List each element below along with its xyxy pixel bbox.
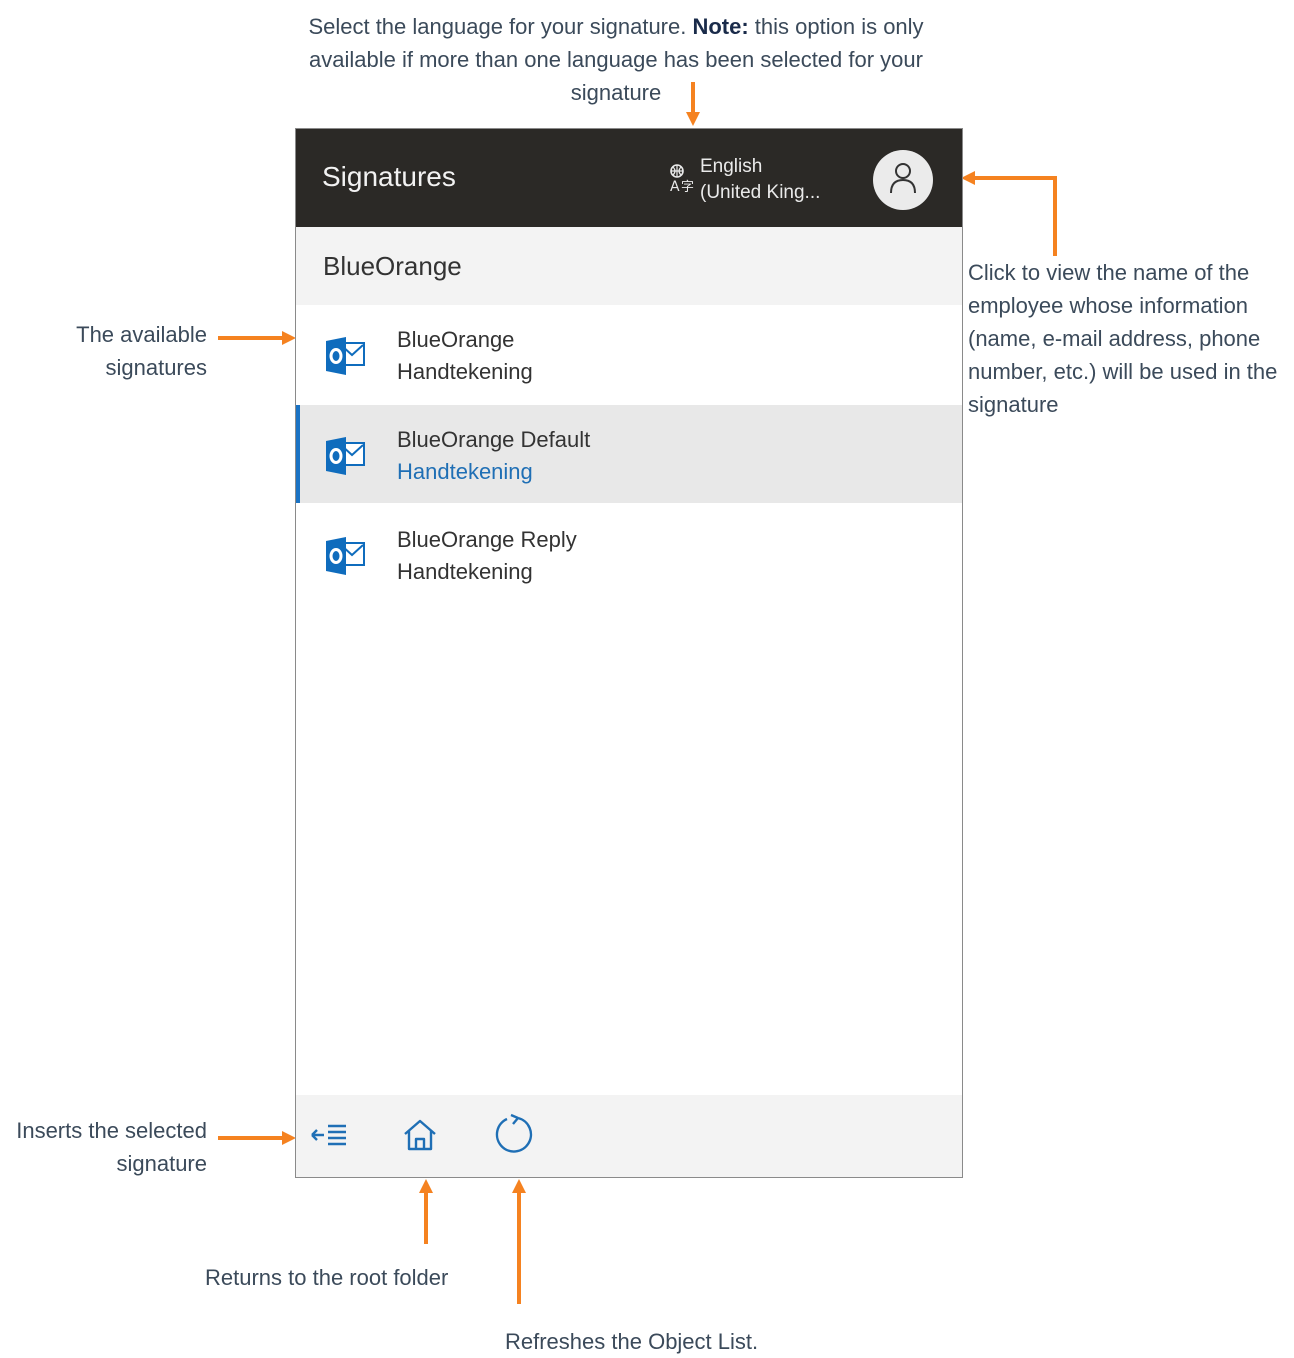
user-icon	[888, 161, 918, 200]
signature-type: Handtekening	[397, 359, 533, 384]
annotation-home: Returns to the root folder	[205, 1265, 449, 1290]
insert-icon	[310, 1121, 350, 1154]
home-icon	[401, 1116, 439, 1159]
signature-item[interactable]: BlueOrange Reply Handtekening	[296, 505, 962, 603]
signature-name: BlueOrange Default	[397, 427, 591, 452]
refresh-icon	[492, 1113, 536, 1162]
signature-type: Handtekening	[397, 459, 533, 484]
outlook-icon	[324, 535, 366, 582]
annotation-refresh: Refreshes the Object List.	[505, 1329, 759, 1354]
svg-text:A: A	[670, 179, 680, 193]
language-region: (United King...	[700, 182, 821, 203]
signature-name: BlueOrange	[397, 327, 515, 352]
header-bar: Signatures A 字 English (United King...	[296, 129, 962, 227]
insert-button[interactable]	[308, 1115, 352, 1159]
outlook-icon	[324, 335, 366, 382]
footer-toolbar	[296, 1095, 962, 1177]
translate-icon: A 字	[668, 163, 694, 198]
annotation-language: Select the language for your signature. …	[308, 14, 924, 105]
signature-name: BlueOrange Reply	[397, 527, 577, 552]
signatures-panel: Signatures A 字 English (United King... B…	[295, 128, 963, 1178]
folder-name: BlueOrange	[323, 251, 462, 281]
folder-header: BlueOrange	[296, 227, 962, 305]
language-selector[interactable]: A 字 English (United King...	[668, 154, 820, 206]
signature-item-selected[interactable]: BlueOrange Default Handtekening	[296, 405, 962, 503]
annotation-available-signatures: The available signatures	[76, 322, 207, 380]
signature-type: Handtekening	[397, 559, 533, 584]
annotation-insert: Inserts the selected signature	[16, 1118, 207, 1176]
home-button[interactable]	[398, 1115, 442, 1159]
svg-text:字: 字	[681, 180, 694, 193]
refresh-button[interactable]	[492, 1113, 536, 1162]
signature-item[interactable]: BlueOrange Handtekening	[296, 305, 962, 403]
language-name: English	[700, 156, 763, 177]
page-title: Signatures	[322, 161, 456, 192]
user-button[interactable]	[873, 150, 933, 210]
outlook-icon	[324, 435, 366, 482]
annotation-employee: Click to view the name of the employee w…	[968, 260, 1278, 417]
